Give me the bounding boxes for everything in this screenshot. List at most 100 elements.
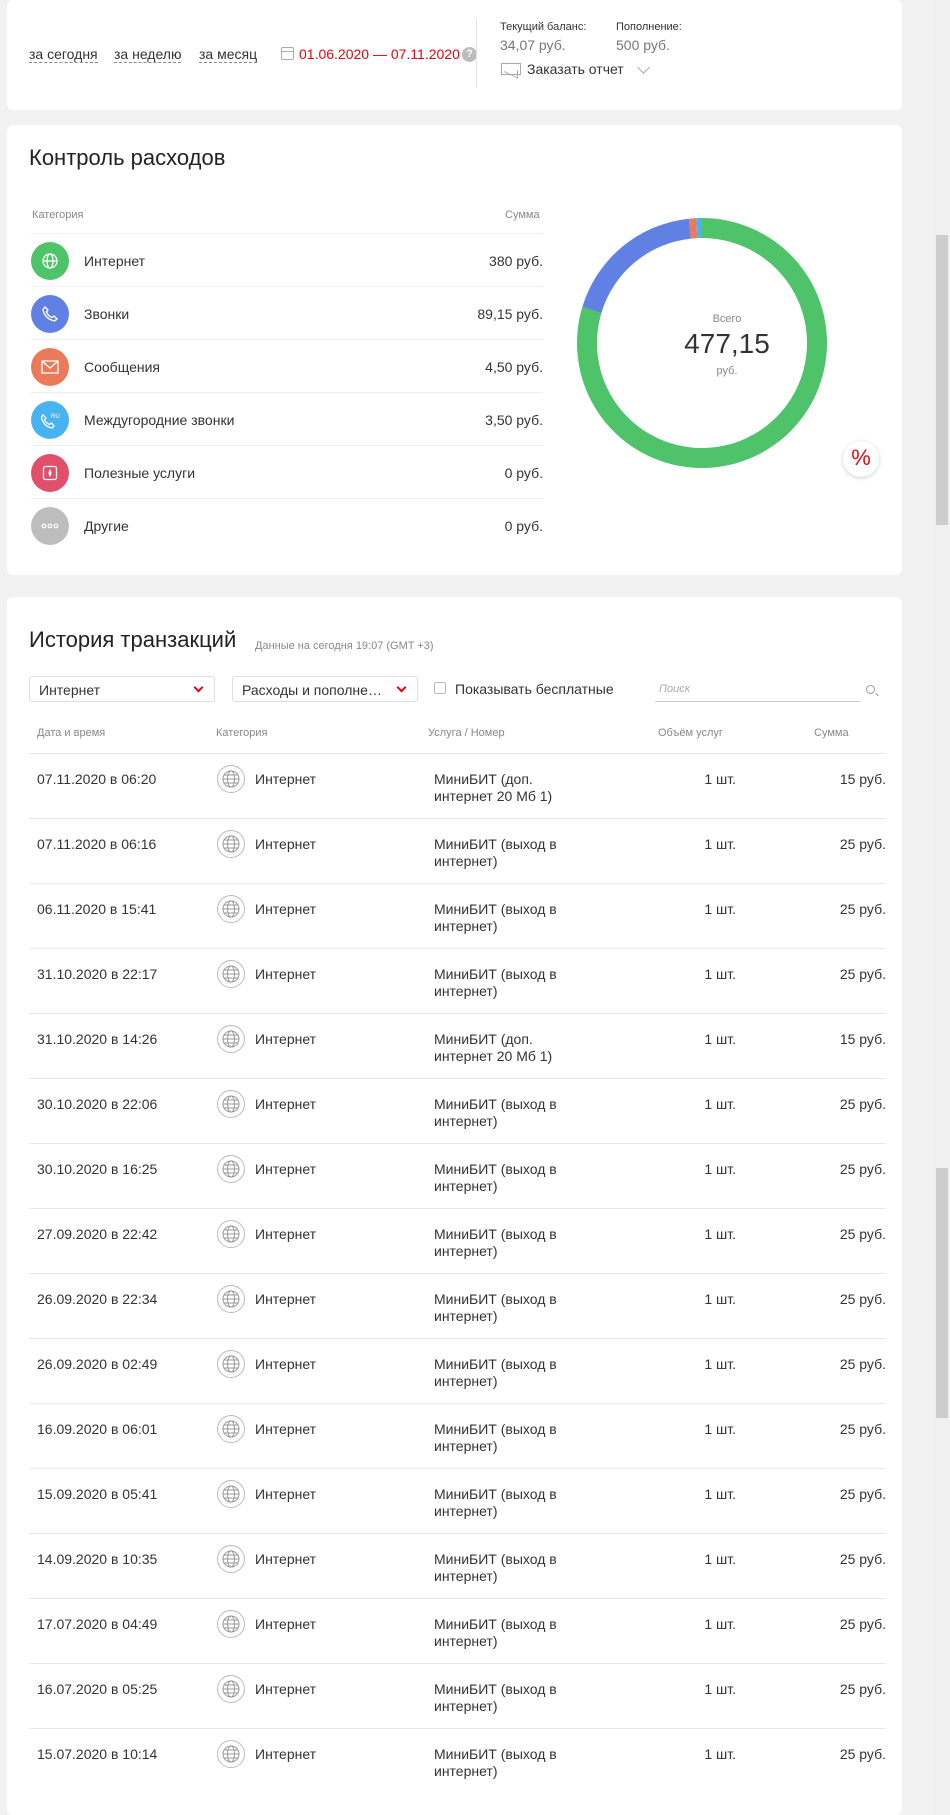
scrollbar-thumb[interactable] (936, 1168, 948, 1418)
row-category: Интернет (255, 1421, 317, 1437)
category-row[interactable]: Звонки 89,15 руб. (31, 286, 543, 339)
table-row[interactable]: 27.09.2020 в 22:42 Интернет МиниБИТ (выход… (29, 1208, 886, 1273)
calendar-icon[interactable] (281, 47, 294, 60)
category-sum: 3,50 руб. (485, 412, 543, 428)
envelope-icon (31, 348, 69, 386)
category-sum: 89,15 руб. (477, 306, 543, 322)
category-sum: 4,50 руб. (485, 359, 543, 375)
table-row[interactable]: 16.07.2020 в 05:25 Интернет МиниБИТ (выход… (29, 1663, 886, 1728)
globe-icon (217, 1740, 245, 1768)
category-row[interactable]: RU Междугородние звонки 3,50 руб. (31, 392, 543, 445)
row-category: Интернет (255, 1616, 317, 1632)
row-volume: 1 шт. (704, 1356, 736, 1372)
table-row[interactable]: 26.09.2020 в 02:49 Интернет МиниБИТ (выход… (29, 1338, 886, 1403)
table-row[interactable]: 31.10.2020 в 14:26 Интернет МиниБИТ (доп. … (29, 1013, 886, 1078)
table-row[interactable]: 17.07.2020 в 04:49 Интернет МиниБИТ (выход… (29, 1598, 886, 1663)
donut-segment[interactable] (582, 218, 691, 313)
table-row[interactable]: 31.10.2020 в 22:17 Интернет МиниБИТ (выход… (29, 948, 886, 1013)
date-range-picker[interactable]: 01.06.2020 — 07.11.2020 (299, 46, 460, 62)
row-date: 30.10.2020 в 16:25 (37, 1161, 158, 1177)
category-sum: 0 руб. (504, 518, 543, 534)
category-row[interactable]: Полезные услуги 0 руб. (31, 445, 543, 498)
row-volume: 1 шт. (704, 836, 736, 852)
row-volume: 1 шт. (704, 1096, 736, 1112)
globe-icon (217, 960, 245, 988)
row-category: Интернет (255, 901, 317, 917)
globe-icon (217, 895, 245, 923)
row-volume: 1 шт. (704, 966, 736, 982)
row-volume: 1 шт. (704, 901, 736, 917)
table-row[interactable]: 26.09.2020 в 22:34 Интернет МиниБИТ (выход… (29, 1273, 886, 1338)
period-month-link[interactable]: за месяц (199, 46, 258, 63)
category-name: Полезные услуги (84, 465, 196, 481)
row-service: МиниБИТ (выход в интернет) (434, 1291, 557, 1324)
history-subtitle: Данные на сегодня 19:07 (GMT +3) (255, 640, 434, 652)
table-row[interactable]: 30.10.2020 в 16:25 Интернет МиниБИТ (выход… (29, 1143, 886, 1208)
category-filter-value: Интернет (39, 682, 101, 698)
row-date: 27.09.2020 в 22:42 (37, 1226, 158, 1242)
row-category: Интернет (255, 1226, 317, 1242)
table-row[interactable]: 15.07.2020 в 10:14 Интернет МиниБИТ (выход… (29, 1728, 886, 1793)
row-volume: 1 шт. (704, 1486, 736, 1502)
row-date: 30.10.2020 в 22:06 (37, 1096, 158, 1112)
globe-icon (217, 1350, 245, 1378)
donut-total-label: Всего (712, 313, 742, 325)
search-icon[interactable] (866, 685, 875, 694)
order-report-link[interactable]: Заказать отчет (527, 61, 624, 77)
row-sum: 25 руб. (839, 836, 886, 852)
donut-segment[interactable] (696, 218, 702, 239)
row-service: МиниБИТ (выход в интернет) (434, 901, 557, 934)
table-row[interactable]: 15.09.2020 в 05:41 Интернет МиниБИТ (выход… (29, 1468, 886, 1533)
category-row[interactable]: Другие 0 руб. (31, 498, 543, 551)
show-free-checkbox[interactable] (434, 682, 446, 694)
chevron-down-icon (396, 682, 407, 693)
table-row[interactable]: 07.11.2020 в 06:16 Интернет МиниБИТ (выход… (29, 818, 886, 883)
row-volume: 1 шт. (704, 1421, 736, 1437)
row-date: 15.09.2020 в 05:41 (37, 1486, 158, 1502)
row-volume: 1 шт. (704, 1551, 736, 1567)
row-sum: 25 руб. (839, 1551, 886, 1567)
category-filter-select[interactable]: Интернет (29, 676, 215, 702)
search-input[interactable] (655, 676, 860, 702)
period-week-link[interactable]: за неделю (114, 46, 182, 63)
row-service: МиниБИТ (выход в интернет) (434, 1746, 557, 1779)
chevron-down-icon[interactable] (637, 61, 650, 74)
period-today-link[interactable]: за сегодня (29, 46, 98, 63)
table-row[interactable]: 16.09.2020 в 06:01 Интернет МиниБИТ (выход… (29, 1403, 886, 1468)
balance-value: 34,07 руб. (500, 37, 566, 53)
category-name: Междугородние звонки (84, 412, 235, 428)
show-free-label[interactable]: Показывать бесплатные (455, 681, 614, 697)
globe-icon (217, 1155, 245, 1183)
topup-value: 500 руб. (616, 37, 670, 53)
transaction-history-panel: История транзакций Данные на сегодня 19:… (7, 597, 902, 1815)
table-row[interactable]: 30.10.2020 в 22:06 Интернет МиниБИТ (выход… (29, 1078, 886, 1143)
globe-icon (217, 1545, 245, 1573)
percent-toggle-button[interactable]: % (843, 441, 879, 477)
table-row[interactable]: 07.11.2020 в 06:20 Интернет МиниБИТ (доп. … (29, 753, 886, 818)
row-date: 31.10.2020 в 22:17 (37, 966, 158, 982)
scrollbar-thumb[interactable] (936, 235, 948, 525)
column-header-date: Дата и время (37, 727, 106, 739)
category-row[interactable]: Интернет 380 руб. (31, 233, 543, 286)
row-date: 16.07.2020 в 05:25 (37, 1681, 158, 1697)
help-icon[interactable]: ? (462, 47, 477, 62)
row-date: 06.11.2020 в 15:41 (37, 901, 157, 917)
row-volume: 1 шт. (704, 1226, 736, 1242)
globe-icon (31, 242, 69, 280)
row-category: Интернет (255, 1096, 317, 1112)
row-service: МиниБИТ (выход в интернет) (434, 1161, 557, 1194)
dots-icon (31, 507, 69, 545)
row-date: 26.09.2020 в 02:49 (37, 1356, 158, 1372)
category-row[interactable]: Сообщения 4,50 руб. (31, 339, 543, 392)
row-category: Интернет (255, 1161, 317, 1177)
divider (476, 18, 477, 88)
phone-icon (31, 295, 69, 333)
type-filter-select[interactable]: Расходы и пополнения (232, 676, 418, 702)
row-sum: 25 руб. (839, 1486, 886, 1502)
table-row[interactable]: 06.11.2020 в 15:41 Интернет МиниБИТ (выход… (29, 883, 886, 948)
table-row[interactable]: 14.09.2020 в 10:35 Интернет МиниБИТ (выход… (29, 1533, 886, 1598)
row-service: МиниБИТ (доп. интернет 20 Мб 1) (434, 1031, 553, 1064)
spending-control-panel: Контроль расходов Категория Сумма Интерн… (7, 125, 902, 575)
row-category: Интернет (255, 1291, 317, 1307)
globe-icon (217, 830, 245, 858)
